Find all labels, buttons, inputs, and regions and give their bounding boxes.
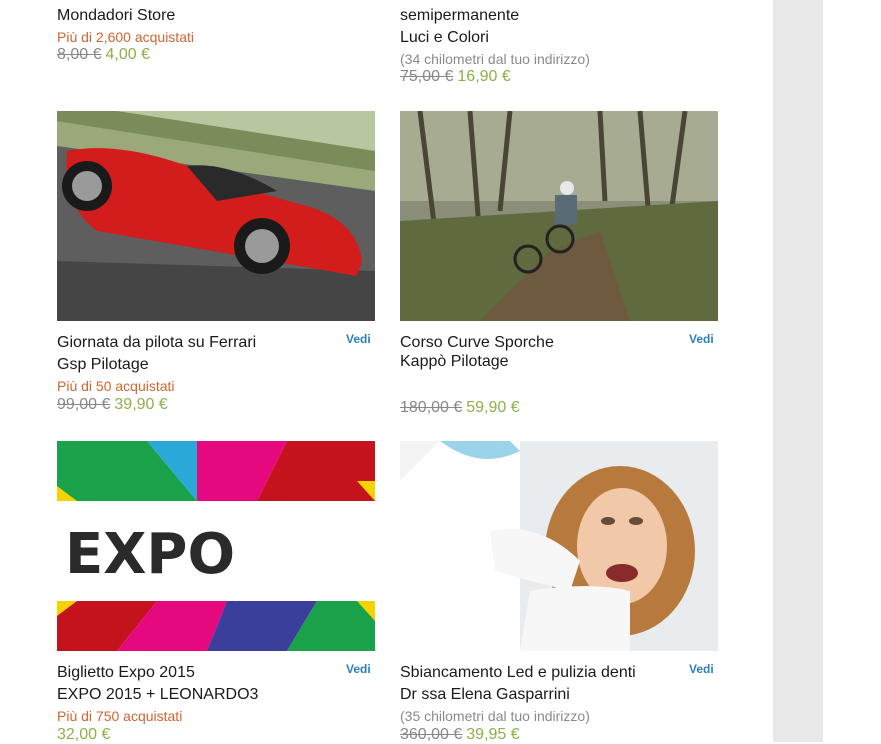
new-price: 59,90 € (466, 399, 520, 416)
sold-count: Più di 2,600 acquistati (57, 29, 194, 45)
new-price: 32,00 € (57, 726, 111, 743)
vedi-link[interactable]: Vedi (346, 332, 371, 346)
new-price: 39,95 € (466, 726, 520, 743)
vedi-link[interactable]: Vedi (689, 332, 714, 346)
deal-subtitle[interactable]: Gsp Pilotage (57, 354, 149, 376)
deal-title[interactable]: semipermanente (400, 5, 519, 27)
deal-title[interactable]: Sbiancamento Led e pulizia denti (400, 662, 636, 684)
old-price: 8,00 € (57, 46, 102, 63)
old-price: 360,00 € (400, 726, 463, 743)
dentist-patient-photo (400, 441, 718, 651)
old-price: 180,00 € (400, 399, 463, 416)
deal-title[interactable]: Mondadori Store (57, 5, 175, 27)
deal-subtitle[interactable]: Dr ssa Elena Gasparrini (400, 684, 570, 706)
new-price: 39,90 € (114, 396, 168, 413)
distance-text: (34 chilometri dal tuo indirizzo) (400, 51, 590, 67)
deal-title[interactable]: Biglietto Expo 2015 (57, 662, 195, 684)
price-group: 32,00 € (57, 726, 110, 744)
expo-logo-image: EXPO (57, 441, 375, 651)
new-price: 4,00 € (105, 46, 150, 63)
price-group: 180,00 €59,90 € (400, 399, 520, 417)
deal-image-dentist[interactable] (400, 441, 718, 651)
deal-image-bike[interactable] (400, 111, 718, 321)
deal-subtitle[interactable]: Luci e Colori (400, 27, 489, 49)
deal-subtitle[interactable]: EXPO 2015 + LEONARDO3 (57, 684, 258, 706)
deal-title[interactable]: Giornata da pilota su Ferrari (57, 332, 256, 354)
price-group: 75,00 €16,90 € (400, 68, 511, 86)
deal-subtitle[interactable]: Kappò Pilotage (400, 351, 509, 373)
vedi-link[interactable]: Vedi (346, 662, 371, 676)
expo-logo-text: EXPO (65, 522, 235, 587)
price-group: 99,00 €39,90 € (57, 396, 168, 414)
sold-count: Più di 750 acquistati (57, 708, 183, 724)
deal-image-expo[interactable]: EXPO (57, 441, 375, 651)
deal-image-ferrari[interactable] (57, 111, 375, 321)
red-sports-car-photo (57, 111, 375, 321)
new-price: 16,90 € (457, 68, 511, 85)
old-price: 99,00 € (57, 396, 111, 413)
distance-text: (35 chilometri dal tuo indirizzo) (400, 708, 590, 724)
price-group: 8,00 €4,00 € (57, 46, 150, 64)
mountain-bike-forest-photo (400, 111, 718, 321)
price-group: 360,00 €39,95 € (400, 726, 520, 744)
right-gutter (773, 0, 823, 742)
sold-count: Più di 50 acquistati (57, 378, 175, 394)
old-price: 75,00 € (400, 68, 454, 85)
vedi-link[interactable]: Vedi (689, 662, 714, 676)
